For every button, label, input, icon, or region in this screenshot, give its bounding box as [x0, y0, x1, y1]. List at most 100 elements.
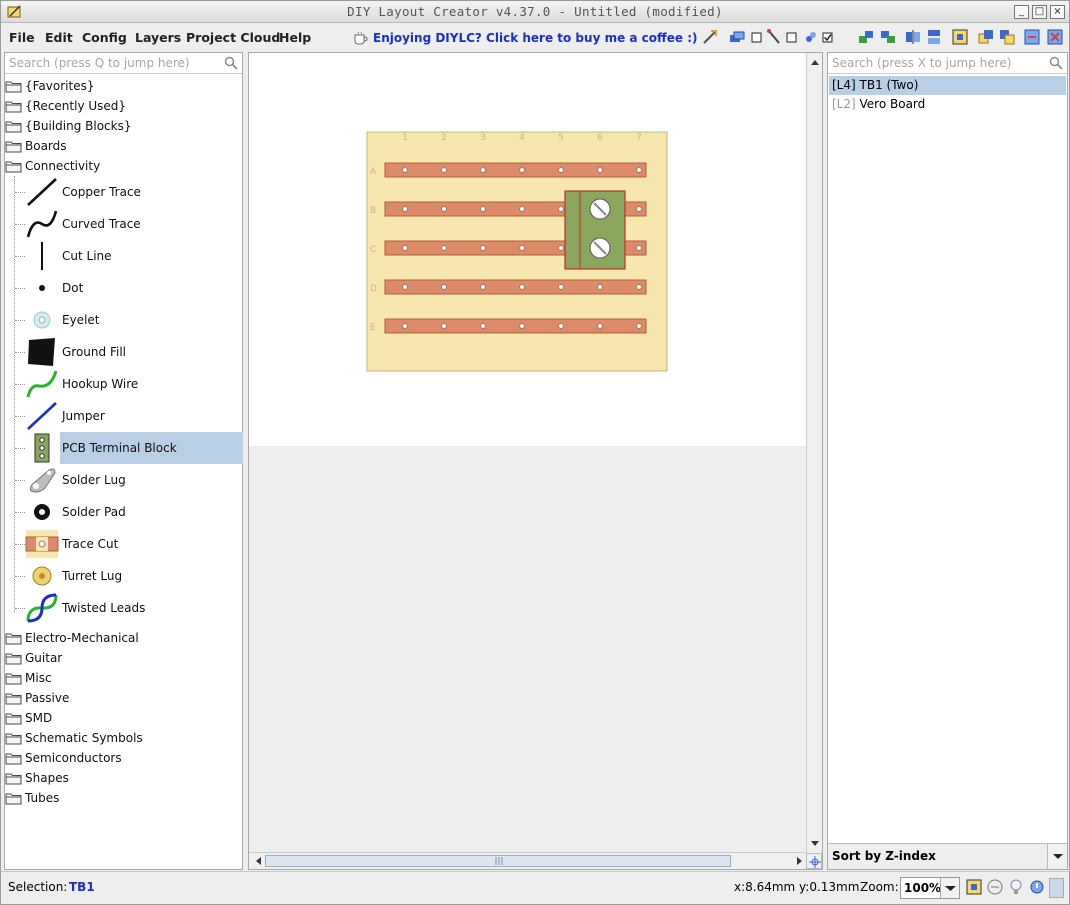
tree-folder-misc[interactable]: Misc	[5, 668, 52, 688]
tree-folder-label: Schematic Symbols	[25, 731, 143, 745]
auto-create-traces-icon[interactable]	[701, 28, 719, 46]
unchecked-box-icon[interactable]	[783, 28, 801, 46]
jumper-icon	[27, 402, 57, 430]
component-item-solder-pad[interactable]: Solder Pad	[5, 496, 243, 528]
layer-search-field[interactable]: Search (press X to jump here)	[828, 53, 1067, 74]
drawing-canvas[interactable]: 1 2 3 4 5 6 7 A B C D E	[249, 53, 807, 446]
zoom-value: 100%	[904, 881, 942, 895]
board-hole	[519, 206, 525, 212]
flip-vertical-icon[interactable]	[1046, 28, 1064, 46]
zoom-select[interactable]: 100%	[900, 877, 960, 899]
scroll-down-icon[interactable]	[807, 837, 823, 851]
fit-to-window-icon[interactable]	[951, 28, 969, 46]
component-search-field[interactable]: Search (press Q to jump here)	[5, 53, 242, 74]
search-icon	[224, 56, 238, 70]
checkbox-outline-icon[interactable]	[748, 28, 766, 46]
tree-folder-tubes[interactable]: Tubes	[5, 788, 59, 808]
horizontal-scroll-thumb[interactable]	[265, 855, 731, 867]
layer-row-tb1[interactable]: [L4] TB1 (Two)	[829, 76, 1066, 95]
component-item-dot[interactable]: Dot	[5, 272, 243, 304]
scroll-up-icon[interactable]	[807, 55, 823, 69]
hookup-wire-icon	[26, 370, 58, 398]
wire-tool-icon[interactable]	[765, 28, 783, 46]
tree-folder-smd[interactable]: SMD	[5, 708, 52, 728]
board-hole	[636, 245, 642, 251]
tree-folder-guitar[interactable]: Guitar	[5, 648, 62, 668]
scroll-right-icon[interactable]	[793, 853, 807, 869]
layer-name: TB1 (Two)	[859, 78, 919, 92]
component-item-twisted-leads[interactable]: Twisted Leads	[5, 592, 243, 624]
vero-board[interactable]: 1 2 3 4 5 6 7 A B C D E	[365, 130, 685, 390]
sort-dropdown-arrow[interactable]	[1047, 844, 1067, 869]
horizontal-scrollbar[interactable]	[249, 852, 805, 869]
maximize-button[interactable]: □	[1032, 5, 1047, 19]
selection-label: Selection:	[8, 880, 68, 894]
close-button[interactable]: ×	[1050, 5, 1065, 19]
vertical-scrollbar[interactable]	[806, 53, 822, 853]
component-item-turret-lug[interactable]: Turret Lug	[5, 560, 243, 592]
menu-edit[interactable]: Edit	[45, 30, 73, 45]
canvas-area[interactable]: 1 2 3 4 5 6 7 A B C D E	[248, 52, 823, 870]
feedback-icon[interactable]	[986, 878, 1004, 896]
component-item-curved-trace[interactable]: Curved Trace	[5, 208, 243, 240]
tree-folder-recently-used[interactable]: {Recently Used}	[5, 96, 126, 116]
tree-folder-label: {Recently Used}	[25, 99, 127, 113]
menu-project-cloud[interactable]: Project Cloud	[186, 30, 280, 45]
tree-folder-label: Guitar	[25, 651, 63, 665]
component-item-jumper[interactable]: Jumper	[5, 400, 243, 432]
zoom-dropdown-arrow[interactable]	[940, 878, 959, 898]
menu-config[interactable]: Config	[82, 30, 127, 45]
board-hole	[636, 206, 642, 212]
component-item-cut-line[interactable]: Cut Line	[5, 240, 243, 272]
layer-search-placeholder: Search (press X to jump here)	[832, 56, 1012, 70]
tree-folder-connectivity[interactable]: Connectivity	[5, 156, 100, 176]
folder-icon	[5, 693, 22, 704]
board-hole	[402, 206, 408, 212]
connection-icon[interactable]	[802, 28, 820, 46]
board-hole	[402, 245, 408, 251]
tree-folder-favorites[interactable]: {Favorites}	[5, 76, 94, 96]
flip-horizontal-icon[interactable]	[1023, 28, 1041, 46]
coffee-link[interactable]: Enjoying DIYLC? Click here to buy me a c…	[353, 29, 697, 47]
dot-icon	[39, 285, 45, 291]
ungroup-components-icon[interactable]	[998, 28, 1016, 46]
menu-layers[interactable]: Layers	[135, 30, 181, 45]
component-item-ground-fill[interactable]: Ground Fill	[5, 336, 243, 368]
update-icon[interactable]	[1028, 878, 1046, 896]
tree-folder-passive[interactable]: Passive	[5, 688, 69, 708]
component-item-hookup-wire[interactable]: Hookup Wire	[5, 368, 243, 400]
minimize-button[interactable]: _	[1014, 5, 1029, 19]
tree-folder-label: Connectivity	[25, 159, 101, 173]
tree-folder-schematic-symbols[interactable]: Schematic Symbols	[5, 728, 143, 748]
scroll-left-icon[interactable]	[251, 853, 265, 869]
component-item-solder-lug[interactable]: Solder Lug	[5, 464, 243, 496]
column-label: 7	[636, 133, 642, 143]
tree-folder-semiconductors[interactable]: Semiconductors	[5, 748, 122, 768]
layer-row-vero-board[interactable]: [L2] Vero Board	[829, 95, 1066, 114]
bring-to-front-icon[interactable]	[925, 28, 943, 46]
center-view-icon[interactable]	[806, 853, 822, 869]
tree-folder-building-blocks[interactable]: {Building Blocks}	[5, 116, 131, 136]
component-item-eyelet[interactable]: Eyelet	[5, 304, 243, 336]
group-icon[interactable]	[857, 28, 875, 46]
lightbulb-icon[interactable]	[1007, 878, 1025, 896]
menu-file[interactable]: File	[9, 30, 35, 45]
sort-dropdown[interactable]: Sort by Z-index	[828, 843, 1067, 869]
overlap-layers-icon[interactable]	[728, 28, 746, 46]
ungroup-icon[interactable]	[879, 28, 897, 46]
row-label: D	[370, 284, 377, 294]
component-item-trace-cut[interactable]: Trace Cut	[5, 528, 243, 560]
menu-help[interactable]: Help	[279, 30, 311, 45]
component-item-label: Solder Lug	[62, 473, 126, 487]
trace-cut-icon	[25, 530, 59, 558]
tree-folder-shapes[interactable]: Shapes	[5, 768, 69, 788]
send-to-back-icon[interactable]	[904, 28, 922, 46]
tree-folder-boards[interactable]: Boards	[5, 136, 67, 156]
component-item-pcb-terminal-block[interactable]: PCB Terminal Block	[5, 432, 243, 464]
group-components-icon[interactable]	[977, 28, 995, 46]
tree-folder-label: Electro-Mechanical	[25, 631, 139, 645]
checked-box-icon[interactable]	[819, 28, 837, 46]
snap-to-grid-icon[interactable]	[965, 878, 983, 896]
component-item-copper-trace[interactable]: Copper Trace	[5, 176, 243, 208]
tree-folder-electro-mechanical[interactable]: Electro-Mechanical	[5, 628, 139, 648]
